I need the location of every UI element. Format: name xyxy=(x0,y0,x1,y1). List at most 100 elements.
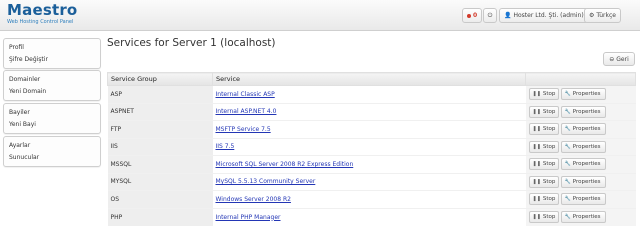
properties-label: Properties xyxy=(572,214,601,220)
stop-button[interactable]: ❚❚ Stop xyxy=(528,88,559,101)
service-link[interactable]: Internal ASP.NET 4.0 xyxy=(216,108,277,115)
service-link[interactable]: Windows Server 2008 R2 xyxy=(216,196,291,203)
service-group-cell: MYSQL xyxy=(107,172,213,191)
stop-label: Stop xyxy=(542,161,556,168)
properties-button[interactable]: 🔧 Properties xyxy=(560,193,606,206)
stop-button[interactable]: ❚❚ Stop xyxy=(528,140,559,153)
stop-button[interactable]: ❚❚ Stop xyxy=(528,211,559,223)
service-name-cell: Internal PHP Manager xyxy=(212,207,526,226)
back-label: Geri xyxy=(616,55,629,63)
service-name-cell: Windows Server 2008 R2 xyxy=(212,190,526,208)
properties-button[interactable]: 🔧 Properties xyxy=(560,158,606,171)
sidebar-item-ayarlar[interactable]: Ayarlar xyxy=(4,140,100,152)
service-name-cell: Internal ASP.NET 4.0 xyxy=(212,102,526,121)
top-bar: Maestro Web Hosting Control Panel 0 ⏻ 👤 … xyxy=(0,0,640,31)
language-button[interactable]: ⚙ Türkçe xyxy=(584,8,621,23)
pause-icon: ❚❚ xyxy=(532,214,541,220)
properties-label: Properties xyxy=(572,196,601,203)
actions-cell: ❚❚ Stop 🔧 Properties xyxy=(525,102,636,121)
wrench-icon: 🔧 xyxy=(564,161,571,168)
service-link[interactable]: MySQL 5.5.13 Community Server xyxy=(216,178,316,185)
stop-label: Stop xyxy=(542,196,556,203)
sidebar-item-yeni-bayi[interactable]: Yeni Bayi xyxy=(4,119,100,131)
table-row: FTP MSFTP Service 7.5 ❚❚ Stop 🔧 Properties xyxy=(107,120,636,138)
pause-icon: ❚❚ xyxy=(532,126,541,133)
service-name-cell: Internal Classic ASP xyxy=(212,85,526,103)
service-name-cell: MSFTP Service 7.5 xyxy=(212,120,526,138)
stop-label: Stop xyxy=(542,126,556,133)
stop-label: Stop xyxy=(542,91,556,98)
pause-icon: ❚❚ xyxy=(532,91,541,98)
service-group-cell: MSSQL xyxy=(107,155,213,173)
actions-cell: ❚❚ Stop 🔧 Properties xyxy=(525,155,636,173)
service-group-cell: PHP xyxy=(107,207,213,226)
actions-cell: ❚❚ Stop 🔧 Properties xyxy=(525,120,636,138)
table-row: ASP Internal Classic ASP ❚❚ Stop 🔧 Properties xyxy=(107,85,636,103)
sidebar-item-sifre-degistir[interactable]: Şifre Değiştir xyxy=(4,54,100,66)
user-menu-button[interactable]: 👤 Hoster Ltd. Şti. (admin) xyxy=(499,8,589,23)
service-link[interactable]: Internal Classic ASP xyxy=(216,91,275,98)
properties-label: Properties xyxy=(572,178,601,185)
stop-label: Stop xyxy=(542,178,556,185)
stop-button[interactable]: ❚❚ Stop xyxy=(528,158,559,171)
properties-button[interactable]: 🔧 Properties xyxy=(560,211,606,223)
sidebar-group-profile: Profil Şifre Değiştir xyxy=(3,38,101,69)
table-row: MSSQL Microsoft SQL Server 2008 R2 Expres… xyxy=(107,155,636,173)
sidebar-group-settings: Ayarlar Sunucular xyxy=(3,136,101,167)
properties-button[interactable]: 🔧 Properties xyxy=(560,175,606,188)
language-label: Türkçe xyxy=(596,12,616,19)
power-button[interactable]: ⏻ xyxy=(483,8,497,23)
properties-button[interactable]: 🔧 Properties xyxy=(560,88,606,101)
logo[interactable]: Maestro Web Hosting Control Panel xyxy=(7,1,78,26)
properties-label: Properties xyxy=(572,108,601,115)
logo-title: Maestro xyxy=(7,1,78,19)
user-label: Hoster Ltd. Şti. (admin) xyxy=(513,12,584,19)
notifications-count: 0 xyxy=(473,12,478,19)
sidebar-group-domains: Domainler Yeni Domain xyxy=(3,70,101,101)
actions-cell: ❚❚ Stop 🔧 Properties xyxy=(525,190,636,208)
sidebar-item-bayiler[interactable]: Bayiler xyxy=(4,107,100,119)
service-link[interactable]: Internal PHP Manager xyxy=(216,214,281,221)
column-header-actions xyxy=(525,72,636,86)
actions-cell: ❚❚ Stop 🔧 Properties xyxy=(525,137,636,156)
actions-cell: ❚❚ Stop 🔧 Properties xyxy=(525,172,636,191)
wrench-icon: 🔧 xyxy=(564,126,571,133)
properties-label: Properties xyxy=(572,143,601,150)
table-row: OS Windows Server 2008 R2 ❚❚ Stop 🔧 Propertie… xyxy=(107,190,636,208)
sidebar-item-yeni-domain[interactable]: Yeni Domain xyxy=(4,86,100,98)
service-group-cell: IIS xyxy=(107,137,213,156)
service-link[interactable]: IIS 7.5 xyxy=(216,143,235,150)
properties-button[interactable]: 🔧 Properties xyxy=(560,140,606,153)
alert-icon xyxy=(467,13,471,18)
sidebar-item-sunucular[interactable]: Sunucular xyxy=(4,152,100,164)
properties-button[interactable]: 🔧 Properties xyxy=(560,105,606,118)
column-header-service: Service xyxy=(212,72,526,86)
page-title: Services for Server 1 (localhost) xyxy=(107,37,276,49)
stop-button[interactable]: ❚❚ Stop xyxy=(528,175,559,188)
service-link[interactable]: MSFTP Service 7.5 xyxy=(216,126,271,133)
properties-button[interactable]: 🔧 Properties xyxy=(560,123,606,136)
back-button[interactable]: ⊖ Geri xyxy=(603,52,635,66)
wrench-icon: 🔧 xyxy=(564,214,571,220)
actions-cell: ❚❚ Stop 🔧 Properties xyxy=(525,85,636,103)
table-header-row: Service Group Service xyxy=(107,72,636,86)
properties-label: Properties xyxy=(572,161,601,168)
stop-button[interactable]: ❚❚ Stop xyxy=(528,193,559,206)
service-name-cell: IIS 7.5 xyxy=(212,137,526,156)
table-row: MYSQL MySQL 5.5.13 Community Server ❚❚ Stop… xyxy=(107,172,636,191)
stop-label: Stop xyxy=(542,143,556,150)
actions-cell: ❚❚ Stop 🔧 Properties xyxy=(525,207,636,226)
stop-label: Stop xyxy=(542,214,556,220)
stop-button[interactable]: ❚❚ Stop xyxy=(528,123,559,136)
sidebar-item-domainler[interactable]: Domainler xyxy=(4,74,100,86)
wrench-icon: 🔧 xyxy=(564,108,571,115)
services-table: Service Group Service ASP Internal Classi… xyxy=(107,72,636,226)
service-link[interactable]: Microsoft SQL Server 2008 R2 Express Edi… xyxy=(216,161,354,168)
notifications-button[interactable]: 0 xyxy=(462,8,483,23)
sidebar-item-profil[interactable]: Profil xyxy=(4,42,100,54)
back-icon: ⊖ xyxy=(609,55,615,63)
pause-icon: ❚❚ xyxy=(532,196,541,203)
column-header-service-group: Service Group xyxy=(107,72,213,86)
stop-button[interactable]: ❚❚ Stop xyxy=(528,105,559,118)
service-group-cell: ASP xyxy=(107,85,213,103)
